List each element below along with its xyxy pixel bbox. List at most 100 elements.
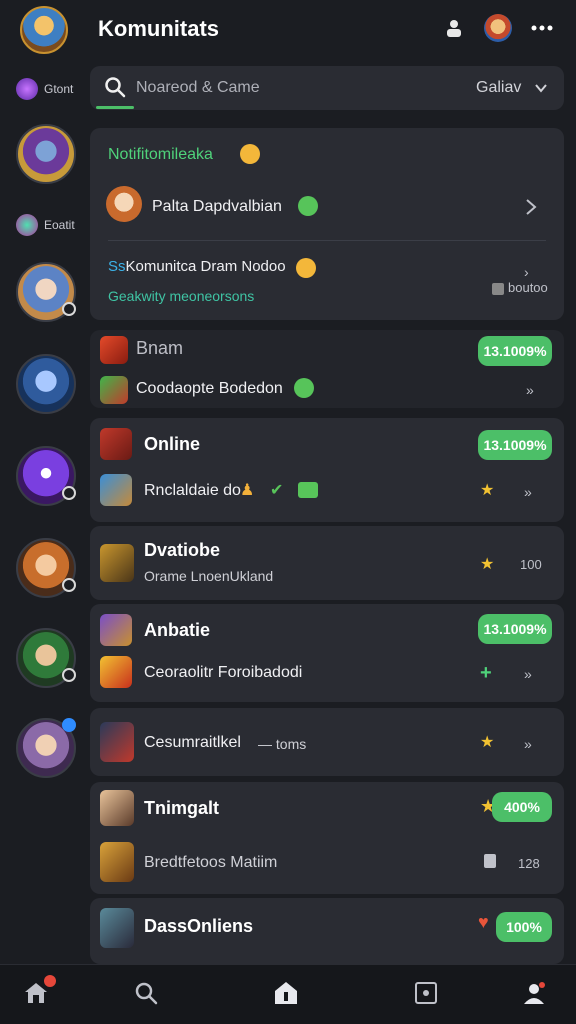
search-icon [105,77,126,98]
chevron-right-icon[interactable]: » [524,484,532,500]
community-card[interactable]: Cesumraitlkel — toms ★ » [90,708,564,776]
community-title: Dvatiobe [144,540,221,560]
search-bar[interactable]: Noareod & Came Galiav [90,66,564,110]
notification-action-label: boutoo [508,280,548,295]
divider [108,240,546,241]
community-card[interactable]: DassOnliens ♥ 100% [90,898,564,964]
star-icon[interactable]: ★ [480,554,494,574]
community-title: Cesumraitlkel [144,734,241,751]
smile-emoji-icon [240,144,260,164]
status-badge: 100% [496,912,552,942]
community-card[interactable]: Online 13.1009% Rnclaldaie do ♟ ✔ ★ » [90,418,564,522]
community-title: DassOnliens [144,916,254,936]
app-logo-avatar[interactable] [20,6,68,54]
community-thumbnail [100,336,128,364]
community-avatar[interactable] [16,628,76,688]
person-icon-shape [447,20,461,37]
community-title: Anbatie [144,620,211,640]
smile-emoji-icon [296,258,316,278]
community-card[interactable]: Tnimgalt ★ 400% Bredtfetoos Matiim 128 [90,782,564,894]
person-icon[interactable] [440,14,468,42]
star-icon[interactable]: ★ [480,732,494,752]
community-avatar[interactable] [16,538,76,598]
notification-label: Komunitca Dram Nodoo [125,258,286,275]
community-suffix: — toms [258,736,307,752]
chevron-right-icon [526,199,537,215]
community-card[interactable]: Dvatiobe Orame LnoenUkland ★ 100 [90,526,564,600]
profile-icon-shape [524,982,545,1004]
notification-badge [44,975,56,987]
chevron-right-icon[interactable]: » [526,382,534,398]
search-active-indicator [96,106,134,109]
user-avatar [106,186,142,222]
star-icon[interactable]: ★ [480,480,494,500]
more-icon[interactable] [528,14,556,42]
community-title: Bnam [136,338,184,358]
filter-dropdown[interactable]: Galiav [476,79,521,97]
add-icon[interactable]: + [480,662,492,685]
community-thumbnail [100,842,134,882]
rail-label: Gtont [44,82,74,96]
person-icon: ♟ [240,482,255,499]
green-emoji-icon [294,378,314,398]
home-icon[interactable] [272,979,300,1007]
community-row: Orame LnoenUkland [144,568,274,584]
profile-icon[interactable] [520,979,548,1007]
community-title: Tnimgalt [144,798,219,818]
community-avatar[interactable] [16,124,76,184]
app-header: Komunitats [0,0,576,62]
rail-item-gtont[interactable]: Gtont [16,78,73,100]
notification-action[interactable]: boutoo [492,280,548,295]
search-icon[interactable] [132,979,160,1007]
lock-icon [484,854,496,868]
community-row: Coodaopte Bodedon [136,380,283,397]
notification-text: SsKomunitca Dram Nodoo [108,258,286,275]
verified-badge [62,718,76,732]
community-thumbnail [100,614,132,646]
community-avatar[interactable] [16,354,76,414]
heart-icon[interactable]: ♥ [478,912,489,933]
member-count: 128 [518,856,540,871]
community-thumbnail [100,722,134,762]
notification-prefix: Ss [108,258,126,275]
rail-item-eoatit[interactable]: Eoatit [16,214,75,236]
community-avatar[interactable] [16,446,76,506]
community-card[interactable]: Bnam 13.1009% Coodaopte Bodedon » [90,330,564,408]
status-badge: 13.1009% [478,336,552,366]
gtont-icon [16,78,38,100]
community-row: Rnclaldaie do [144,482,241,499]
page-title: Komunitats [98,16,219,41]
bottom-tab-bar [0,964,576,1024]
home-icon-shape [275,982,297,1004]
user-avatar[interactable] [484,14,512,42]
chevron-right-icon[interactable]: » [524,736,532,752]
status-badge: 13.1009% [478,430,552,460]
community-avatar[interactable] [16,262,76,322]
community-thumbnail [100,376,128,404]
community-thumbnail [100,544,134,582]
member-count: 100 [520,557,542,572]
community-thumbnail [100,474,132,506]
chevron-right-icon: › [524,264,529,280]
status-badge [62,486,76,500]
chevron-down-icon[interactable] [534,81,548,95]
chevron-right-icon[interactable]: » [524,666,532,682]
search-input[interactable]: Noareod & Came [136,79,260,97]
notification-text: Palta Dapdvalbian [152,198,282,215]
status-badge [62,578,76,592]
notification-subtext: Geakwity meoneorsons [108,288,255,304]
community-thumbnail [100,908,134,948]
tag-icon [298,482,318,498]
community-avatar[interactable] [16,718,76,778]
check-icon: ✔ [270,482,284,499]
community-row: Ceoraolitr Foroibadodi [144,664,303,681]
status-badge: 400% [492,792,552,822]
community-thumbnail [100,790,134,826]
status-badge [62,668,76,682]
community-thumbnail [100,428,132,460]
community-title: Online [144,434,201,454]
search-icon-shape [135,982,158,1005]
community-card[interactable]: Anbatie 13.1009% Ceoraolitr Foroibadodi … [90,604,564,702]
community-row: Bredtfetoos Matiim [144,854,278,871]
puzzle-icon[interactable] [412,979,440,1007]
